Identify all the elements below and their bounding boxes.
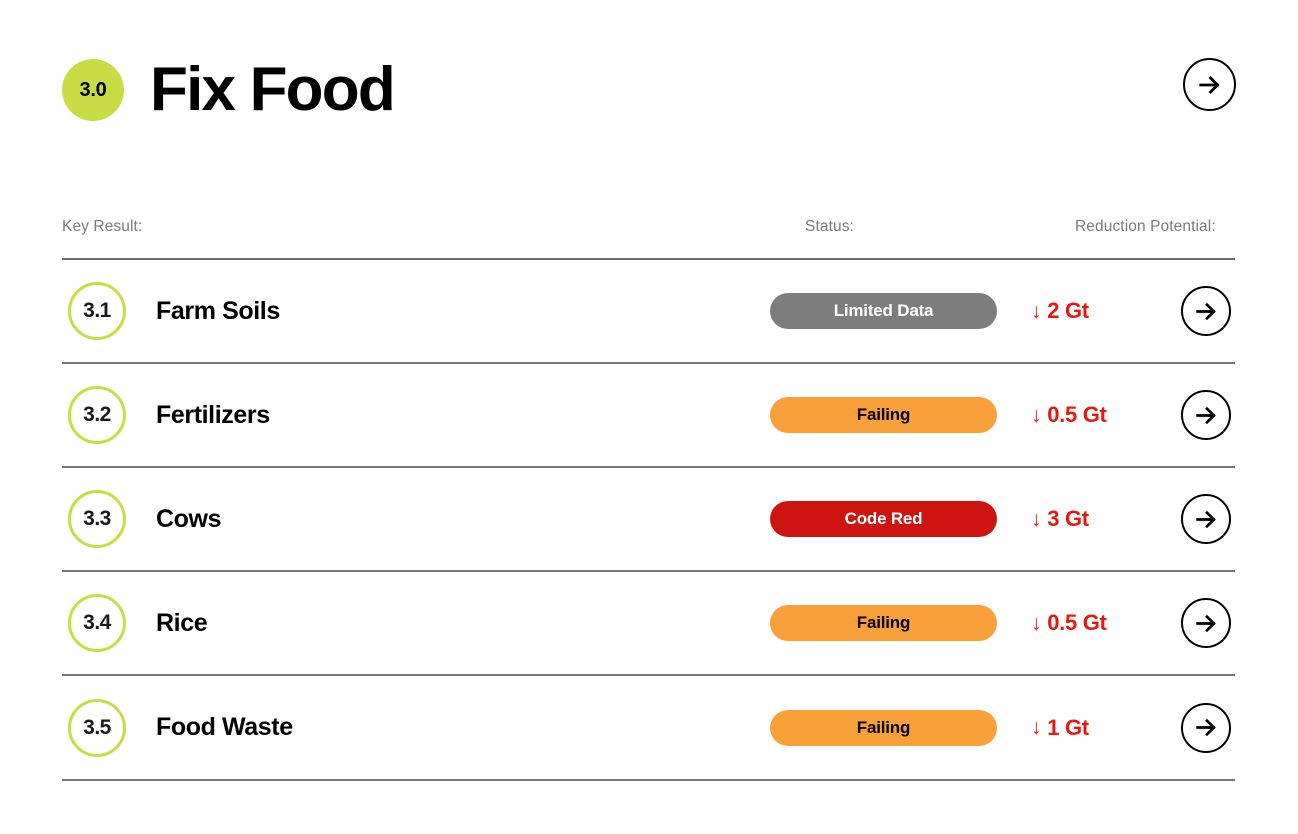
arrow-down-icon: ↓: [1031, 716, 1042, 739]
reduction-amount: 0.5 Gt: [1047, 402, 1107, 427]
arrow-right-icon: [1194, 611, 1219, 636]
column-header-reduction-potential: Reduction Potential:: [1075, 218, 1216, 235]
reduction-amount: 0.5 Gt: [1047, 610, 1107, 635]
row-detail-button[interactable]: [1181, 286, 1231, 336]
table-row[interactable]: 3.3 Cows Code Red ↓ 3 Gt: [62, 468, 1235, 570]
table-row[interactable]: 3.4 Rice Failing ↓ 0.5 Gt: [62, 572, 1235, 674]
section-number-badge: 3.0: [62, 59, 124, 121]
column-header-key-result: Key Result:: [62, 218, 143, 235]
key-result-number: 3.5: [83, 715, 111, 739]
arrow-down-icon: ↓: [1031, 611, 1042, 635]
key-result-number-badge: 3.5: [68, 698, 126, 757]
status-badge: Failing: [770, 397, 997, 433]
reduction-potential-value: ↓ 2 Gt: [1031, 298, 1181, 324]
key-result-name: Fertilizers: [156, 400, 270, 429]
status-badge: Failing: [770, 709, 997, 746]
key-result-number-badge: 3.4: [68, 594, 126, 652]
key-result-name: Farm Soils: [156, 296, 280, 325]
arrow-down-icon: ↓: [1031, 403, 1042, 427]
status-label: Failing: [856, 405, 911, 424]
reduction-potential-value: ↓ 1 Gt: [1031, 715, 1181, 741]
key-result-number: 3.4: [83, 611, 111, 634]
status-badge: Code Red: [770, 501, 997, 537]
key-result-number: 3.3: [83, 507, 111, 530]
key-result-number-badge: 3.3: [68, 490, 126, 548]
reduction-potential-value: ↓ 0.5 Gt: [1031, 610, 1181, 636]
key-results-table: 3.1 Farm Soils Limited Data ↓ 2 Gt 3.2 F…: [62, 258, 1235, 781]
row-detail-button[interactable]: [1181, 702, 1231, 753]
key-result-name: Food Waste: [156, 713, 293, 741]
reduction-amount: 2 Gt: [1047, 298, 1089, 323]
reduction-potential-value: ↓ 0.5 Gt: [1031, 402, 1181, 428]
column-headers: Key Result: Status: Reduction Potential:: [62, 218, 1242, 242]
table-divider: [62, 779, 1235, 781]
key-result-number-badge: 3.2: [68, 386, 126, 444]
header-next-button[interactable]: [1183, 58, 1236, 111]
key-result-name: Rice: [156, 608, 208, 637]
key-result-number: 3.1: [83, 299, 111, 322]
key-result-number-badge: 3.1: [68, 282, 126, 340]
status-label: Limited Data: [833, 301, 934, 320]
column-header-status: Status:: [805, 218, 854, 235]
reduction-amount: 3 Gt: [1047, 506, 1089, 531]
table-row[interactable]: 3.2 Fertilizers Failing ↓ 0.5 Gt: [62, 364, 1235, 466]
arrow-right-icon: [1194, 299, 1219, 324]
status-label: Failing: [856, 613, 911, 632]
reduction-potential-value: ↓ 3 Gt: [1031, 506, 1181, 532]
row-detail-button[interactable]: [1181, 494, 1231, 544]
status-label: Code Red: [844, 509, 923, 528]
status-badge: Limited Data: [770, 293, 997, 329]
table-row[interactable]: 3.5 Food Waste Failing ↓ 1 Gt: [62, 676, 1235, 779]
key-result-number: 3.2: [83, 403, 111, 426]
row-detail-button[interactable]: [1181, 390, 1231, 440]
arrow-right-icon: [1194, 403, 1219, 428]
section-number: 3.0: [79, 78, 107, 101]
reduction-amount: 1 Gt: [1047, 714, 1089, 740]
key-result-name: Cows: [156, 504, 222, 533]
arrow-down-icon: ↓: [1031, 507, 1042, 531]
fix-food-page: 3.0 Fix Food Key Result: Status: Reducti…: [0, 0, 1298, 834]
page-title: Fix Food: [150, 55, 396, 124]
table-row[interactable]: 3.1 Farm Soils Limited Data ↓ 2 Gt: [62, 260, 1235, 362]
status-badge: Failing: [770, 605, 997, 641]
row-detail-button[interactable]: [1181, 598, 1231, 648]
status-label: Failing: [856, 717, 911, 737]
arrow-right-icon: [1194, 507, 1219, 532]
arrow-right-icon: [1194, 715, 1219, 740]
arrow-down-icon: ↓: [1031, 299, 1042, 323]
page-header: 3.0 Fix Food: [62, 44, 1236, 136]
arrow-right-icon: [1197, 72, 1223, 98]
